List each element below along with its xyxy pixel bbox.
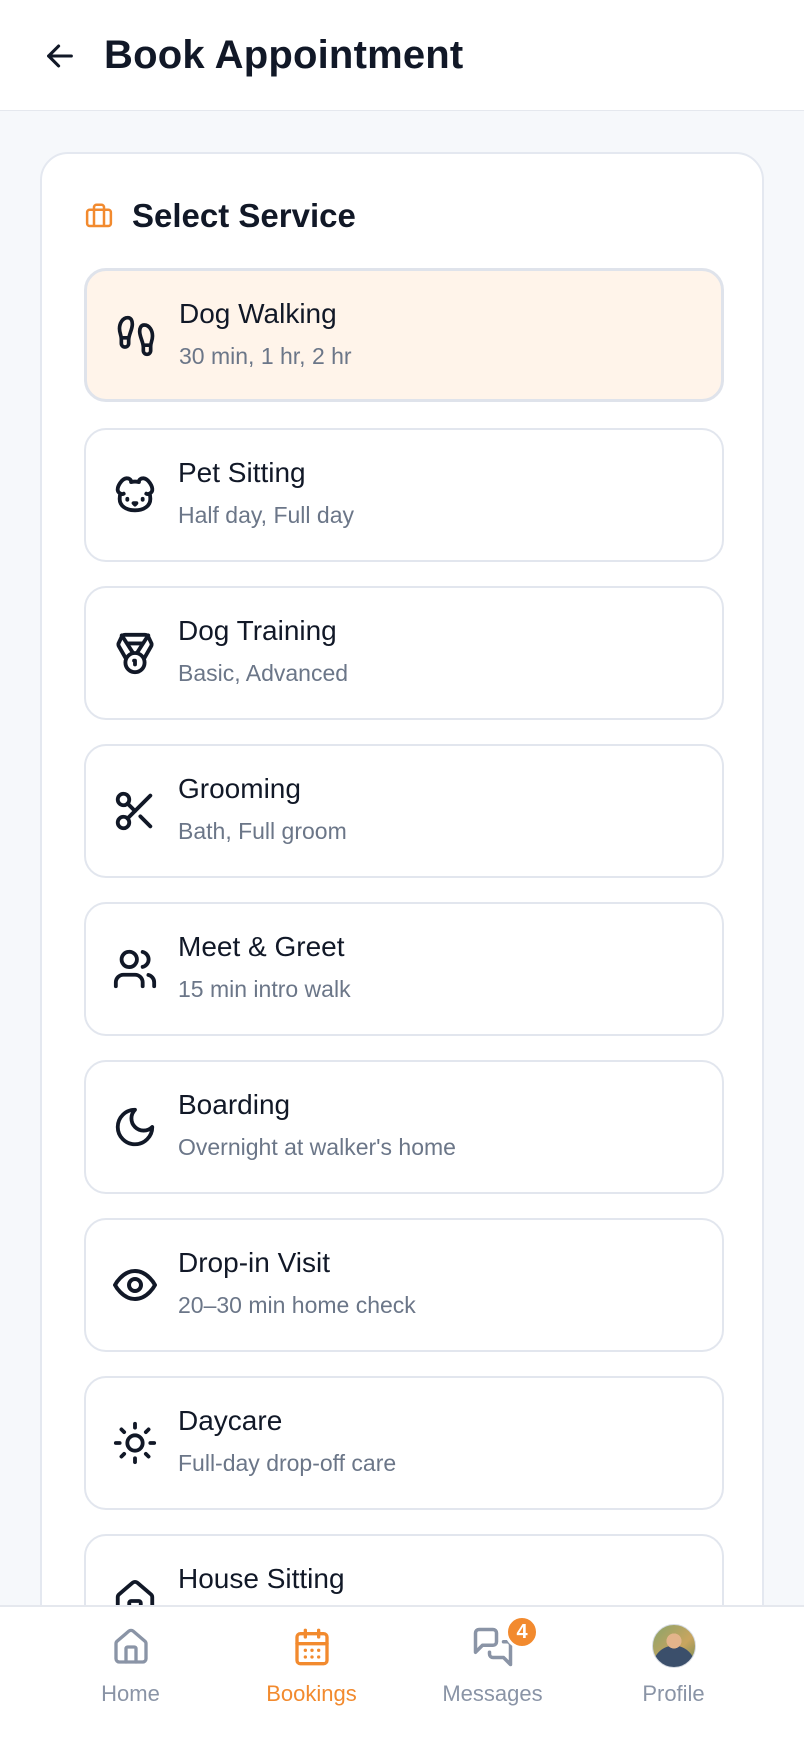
bottom-nav: Home Bookings 4 Messages Profile bbox=[0, 1605, 804, 1748]
top-bar: Book Appointment bbox=[0, 0, 804, 111]
page-title: Book Appointment bbox=[104, 33, 464, 77]
service-card: Select Service Dog Walking 30 min, 1 hr,… bbox=[40, 152, 764, 1748]
service-option-drop-in-visit[interactable]: Drop-in Visit 20–30 min home check bbox=[84, 1218, 724, 1352]
avatar bbox=[651, 1624, 696, 1668]
scissors-icon bbox=[110, 786, 160, 836]
footprints-icon bbox=[111, 311, 161, 361]
app-root: Book Appointment Select Service Dog Walk… bbox=[0, 0, 804, 1748]
back-button[interactable] bbox=[38, 34, 82, 78]
service-name: Dog Training bbox=[178, 615, 337, 646]
sun-icon bbox=[110, 1418, 160, 1468]
service-desc: Overnight at walker's home bbox=[178, 1134, 456, 1160]
service-option-dog-walking[interactable]: Dog Walking 30 min, 1 hr, 2 hr bbox=[84, 268, 724, 402]
service-name: Drop-in Visit bbox=[178, 1247, 330, 1278]
home-icon bbox=[108, 1624, 154, 1670]
service-option-pet-sitting[interactable]: Pet Sitting Half day, Full day bbox=[84, 428, 724, 562]
arrow-left-icon bbox=[47, 44, 73, 68]
nav-bookings[interactable]: Bookings bbox=[221, 1607, 402, 1748]
service-desc: Half day, Full day bbox=[178, 502, 354, 528]
service-option-dog-training[interactable]: Dog Training Basic, Advanced bbox=[84, 586, 724, 720]
briefcase-icon bbox=[84, 201, 114, 231]
users-icon bbox=[110, 944, 160, 994]
nav-home[interactable]: Home bbox=[40, 1607, 221, 1748]
service-desc: 30 min, 1 hr, 2 hr bbox=[179, 343, 352, 369]
service-name: Boarding bbox=[178, 1089, 291, 1120]
eye-icon bbox=[110, 1260, 160, 1310]
nav-label: Home bbox=[101, 1681, 160, 1706]
service-name: Daycare bbox=[178, 1405, 283, 1436]
service-name: House Sitting bbox=[178, 1563, 345, 1594]
service-desc: Full-day drop-off care bbox=[178, 1450, 397, 1476]
nav-label: Profile bbox=[642, 1681, 705, 1706]
service-option-daycare[interactable]: Daycare Full-day drop-off care bbox=[84, 1376, 724, 1510]
service-option-meet-greet[interactable]: Meet & Greet 15 min intro walk bbox=[84, 902, 724, 1036]
card-header: Select Service bbox=[84, 196, 356, 236]
service-name: Pet Sitting bbox=[178, 457, 306, 488]
moon-icon bbox=[110, 1102, 160, 1152]
dog-face-icon bbox=[110, 470, 160, 520]
nav-messages[interactable]: 4 Messages bbox=[402, 1607, 583, 1748]
service-desc: 15 min intro walk bbox=[178, 976, 351, 1002]
nav-label: Bookings bbox=[266, 1681, 357, 1706]
nav-label: Messages bbox=[442, 1681, 543, 1706]
messages-badge: 4 bbox=[505, 1615, 539, 1649]
service-desc: Bath, Full groom bbox=[178, 818, 347, 844]
service-name: Grooming bbox=[178, 773, 301, 804]
service-option-grooming[interactable]: Grooming Bath, Full groom bbox=[84, 744, 724, 878]
service-desc: 20–30 min home check bbox=[178, 1292, 416, 1318]
card-title: Select Service bbox=[132, 197, 356, 234]
nav-profile[interactable]: Profile bbox=[583, 1607, 764, 1748]
calendar-icon bbox=[289, 1624, 335, 1670]
service-name: Dog Walking bbox=[179, 298, 337, 329]
service-option-boarding[interactable]: Boarding Overnight at walker's home bbox=[84, 1060, 724, 1194]
medal-icon bbox=[110, 628, 160, 678]
service-desc: Basic, Advanced bbox=[178, 660, 349, 686]
service-name: Meet & Greet bbox=[178, 931, 345, 962]
